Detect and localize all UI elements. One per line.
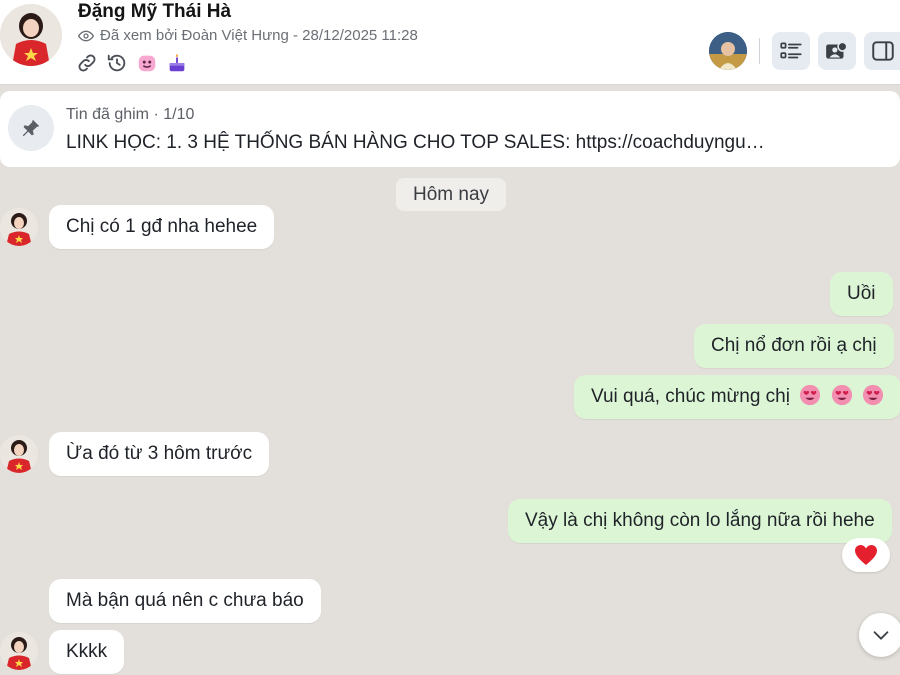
message-bubble[interactable]: Chị nổ đơn rồi ạ chị — [694, 324, 894, 368]
sender-avatar[interactable] — [0, 435, 38, 473]
message-reaction[interactable] — [842, 538, 890, 572]
header-quick-icons — [76, 52, 188, 74]
contact-name: Đặng Mỹ Thái Hà — [78, 1, 232, 22]
seen-text: Đã xem bởi Đoàn Việt Hưng - 28/12/2025 1… — [100, 27, 418, 44]
seen-status: Đã xem bởi Đoàn Việt Hưng - 28/12/2025 1… — [78, 27, 418, 44]
sender-avatar[interactable] — [0, 208, 38, 246]
cake-icon[interactable] — [166, 52, 188, 74]
contact-avatar[interactable] — [0, 4, 62, 66]
pinned-title: Tin đã ghim · 1/10 — [66, 106, 195, 123]
message-bubble[interactable]: Mà bận quá nên c chưa báo — [49, 579, 321, 623]
sticker-icon[interactable] — [136, 52, 158, 74]
message-bubble[interactable]: Kkkk — [49, 630, 125, 674]
header-tools — [709, 32, 900, 70]
tool-divider — [759, 38, 760, 64]
scroll-to-bottom-button[interactable] — [859, 613, 900, 657]
conversation-info-button[interactable] — [772, 32, 810, 70]
heart-eyes-emoji — [831, 384, 852, 406]
message-bubble[interactable]: Uồi — [830, 272, 893, 316]
pin-icon — [8, 105, 54, 151]
message-text: Vui quá, chúc mừng chị — [591, 386, 790, 407]
history-icon[interactable] — [106, 52, 128, 74]
pinned-text: LINK HỌC: 1. 3 HỆ THỐNG BÁN HÀNG CHO TOP… — [66, 132, 765, 153]
pinned-message-bar[interactable]: Tin đã ghim · 1/10 LINK HỌC: 1. 3 HỆ THỐ… — [0, 91, 900, 167]
message-bubble[interactable]: Vậy là chị không còn lo lắng nữa rồi heh… — [508, 499, 892, 543]
chat-header: Đặng Mỹ Thái Hà Đã xem bởi Đoàn Việt Hưn… — [0, 0, 900, 85]
heart-icon — [855, 545, 877, 565]
chevron-down-icon — [873, 631, 889, 640]
heart-eyes-emoji — [800, 384, 821, 406]
sidebar-toggle-button[interactable] — [864, 32, 900, 70]
member-avatar[interactable] — [709, 32, 747, 70]
heart-eyes-emoji — [862, 384, 883, 406]
group-button[interactable] — [818, 32, 856, 70]
sidebar-toggle-icon — [872, 41, 894, 61]
date-separator: Hôm nay — [396, 178, 506, 211]
message-bubble[interactable]: Vui quá, chúc mừng chị — [574, 375, 900, 419]
list-icon — [780, 42, 802, 59]
group-icon — [826, 41, 848, 59]
sender-avatar[interactable] — [0, 632, 38, 670]
message-bubble[interactable]: Ừa đó từ 3 hôm trước — [49, 432, 270, 476]
link-icon[interactable] — [76, 52, 98, 74]
eye-icon — [78, 30, 94, 41]
message-bubble[interactable]: Chị có 1 gđ nha hehee — [49, 205, 275, 249]
